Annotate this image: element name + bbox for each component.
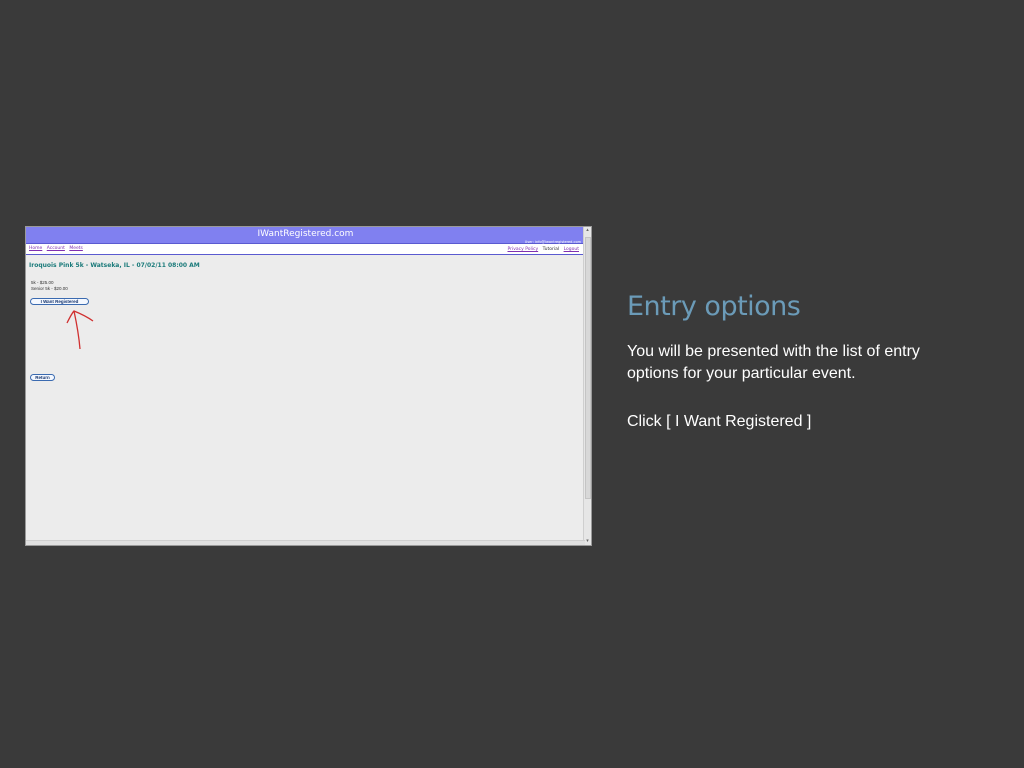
slide-paragraph: You will be presented with the list of e… xyxy=(627,343,920,382)
nav-bar: User: info@iwantregistered.com Home Acco… xyxy=(26,240,585,255)
user-line: User: info@iwantregistered.com xyxy=(524,240,581,244)
site-header: IWantRegistered.com xyxy=(26,227,585,244)
slide-body: You will be presented with the list of e… xyxy=(627,341,967,459)
nav-meets-link[interactable]: Meets xyxy=(69,246,83,251)
embedded-screenshot: IWantRegistered.com User: info@iwantregi… xyxy=(25,226,592,546)
red-arrow-icon xyxy=(66,310,94,350)
vertical-scrollbar[interactable]: ▴ ▾ xyxy=(583,227,591,545)
scroll-down-icon[interactable]: ▾ xyxy=(585,539,590,544)
nav-privacy-link[interactable]: Privacy Policy xyxy=(507,247,538,252)
nav-logout-link[interactable]: Logout xyxy=(564,247,579,252)
nav-right: Privacy Policy Tutorial Logout xyxy=(507,247,582,252)
list-item: Senior 5k - $20.00 xyxy=(31,286,68,291)
slide-title: Entry options xyxy=(627,291,801,322)
scroll-thumb[interactable] xyxy=(585,237,591,499)
nav-home-link[interactable]: Home xyxy=(29,246,42,251)
nav-left: Home Account Meets xyxy=(29,246,86,251)
entry-list: 5k - $25.00 Senior 5k - $20.00 xyxy=(31,280,68,292)
slide-instruction: Click [ I Want Registered ] xyxy=(627,413,812,430)
scroll-up-icon[interactable]: ▴ xyxy=(585,228,590,233)
return-button[interactable]: Return xyxy=(30,374,55,381)
horizontal-scrollbar[interactable] xyxy=(26,540,585,545)
site-title: IWantRegistered.com xyxy=(257,229,354,239)
nav-account-link[interactable]: Account xyxy=(47,246,65,251)
event-title: Iroquois Pink 5k - Watseka, IL - 07/02/1… xyxy=(29,262,200,269)
nav-tutorial-link[interactable]: Tutorial xyxy=(543,247,560,252)
i-want-registered-button[interactable]: I Want Registered xyxy=(30,298,89,305)
